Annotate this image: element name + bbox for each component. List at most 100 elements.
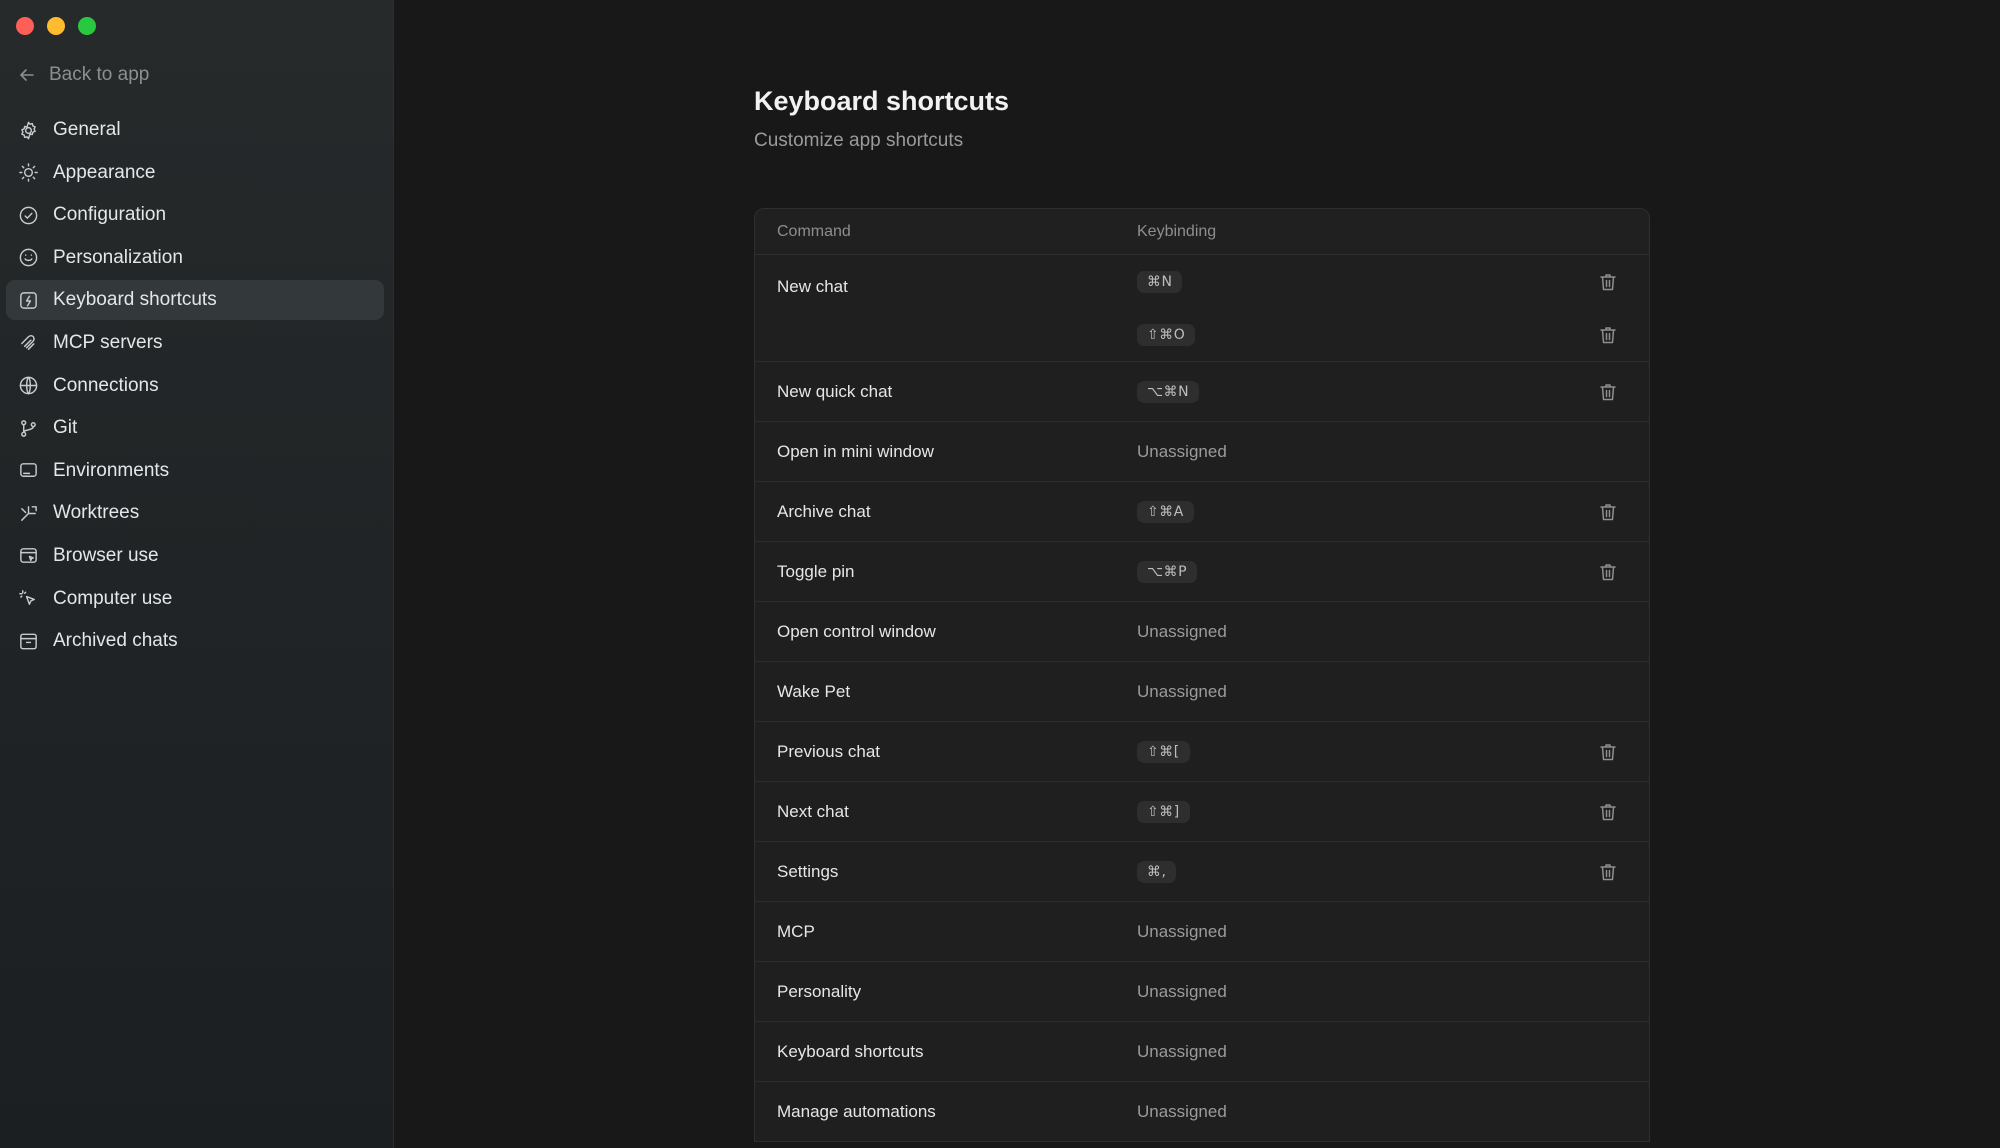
table-row: Manage automations Unassigned (755, 1082, 1649, 1142)
keybinding-cell[interactable]: Unassigned (1137, 902, 1649, 961)
keybinding-cell[interactable]: Unassigned (1137, 1082, 1649, 1141)
close-window-button[interactable] (16, 17, 34, 35)
browser-icon (17, 545, 39, 567)
unassigned-label: Unassigned (1137, 441, 1227, 461)
keybinding-cell[interactable]: Unassigned (1137, 602, 1649, 661)
keybinding-cell[interactable]: ⇧⌘] (1137, 782, 1649, 841)
command-name: Previous chat (777, 741, 880, 761)
sidebar-item-label: Personalization (53, 246, 183, 268)
trash-icon[interactable] (1599, 742, 1619, 762)
window-controls (16, 17, 96, 35)
keybinding-list: ⇧⌘A (1137, 482, 1649, 541)
keybinding-cell[interactable]: Unassigned (1137, 422, 1649, 481)
keybinding-badge[interactable]: ⇧⌘O (1137, 323, 1196, 346)
trash-icon[interactable] (1599, 502, 1619, 522)
keybinding-list: ⌥⌘P (1137, 542, 1649, 601)
table-row: Open in mini window Unassigned (755, 422, 1649, 482)
trash-icon[interactable] (1599, 562, 1619, 582)
command-name: Open control window (777, 621, 936, 641)
trash-icon[interactable] (1599, 325, 1619, 345)
globe-icon (17, 375, 39, 397)
keybinding-badge[interactable]: ⌘, (1137, 860, 1177, 883)
command-name: Toggle pin (777, 561, 855, 581)
keybinding-list: Unassigned (1137, 602, 1649, 661)
trash-icon[interactable] (1599, 802, 1619, 822)
sidebar-item-mcp-servers[interactable]: MCP servers (6, 323, 384, 363)
sidebar-item-appearance[interactable]: Appearance (6, 153, 384, 193)
command-name: Settings (777, 861, 839, 881)
keybinding-cell[interactable]: ⇧⌘A (1137, 482, 1649, 541)
sidebar-item-worktrees[interactable]: Worktrees (6, 493, 384, 533)
keybinding-list: ⌥⌘N (1137, 362, 1649, 421)
command-name: Wake Pet (777, 681, 851, 701)
command-name: New chat (777, 277, 848, 296)
trash-icon[interactable] (1599, 382, 1619, 402)
maximize-window-button[interactable] (78, 17, 96, 35)
back-to-app-link[interactable]: Back to app (17, 64, 149, 86)
keybinding-cell[interactable]: ⌥⌘N (1137, 362, 1649, 421)
keybinding-cell[interactable]: ⌘N (1137, 255, 1649, 308)
keybinding-cell[interactable]: ⇧⌘O (1137, 308, 1649, 361)
sidebar-item-browser-use[interactable]: Browser use (6, 536, 384, 576)
keybinding-cell[interactable]: ⌥⌘P (1137, 542, 1649, 601)
sidebar-item-label: Environments (53, 459, 170, 481)
keybinding-cell[interactable]: ⌘, (1137, 842, 1649, 901)
keybinding-badge[interactable]: ⌘N (1137, 270, 1183, 293)
sidebar-item-label: Keyboard shortcuts (53, 289, 217, 311)
arrow-left-icon (20, 69, 34, 81)
minimize-window-button[interactable] (47, 17, 65, 35)
sidebar-item-git[interactable]: Git (6, 408, 384, 448)
sidebar-item-environments[interactable]: Environments (6, 451, 384, 491)
sidebar-item-label: Computer use (53, 587, 173, 609)
table-row: Open control window Unassigned (755, 602, 1649, 662)
trash-icon[interactable] (1599, 862, 1619, 882)
sidebar-item-label: Appearance (53, 161, 156, 183)
sidebar-item-computer-use[interactable]: Computer use (6, 579, 384, 619)
gear-icon (17, 119, 39, 141)
keybinding-list: ⌘, (1137, 842, 1649, 901)
sidebar-item-general[interactable]: General (6, 110, 384, 150)
sidebar-item-configuration[interactable]: Configuration (6, 195, 384, 235)
page-subtitle: Customize app shortcuts (754, 130, 964, 151)
keybinding-cell[interactable]: Unassigned (1137, 962, 1649, 1021)
keybinding-badge[interactable]: ⌥⌘P (1137, 560, 1198, 583)
keybinding-badge[interactable]: ⇧⌘] (1137, 800, 1190, 823)
keybinding-badge[interactable]: ⌥⌘N (1137, 380, 1200, 403)
monitor-icon (17, 460, 39, 482)
table-row: New quick chat ⌥⌘N (755, 362, 1649, 422)
keybinding-list: Unassigned (1137, 1022, 1649, 1081)
keybinding-list: Unassigned (1137, 422, 1649, 481)
git-branch-icon (17, 417, 39, 439)
keybinding-badge[interactable]: ⇧⌘[ (1137, 740, 1190, 763)
table-row: Archive chat ⇧⌘A (755, 482, 1649, 542)
sidebar-item-personalization[interactable]: Personalization (6, 238, 384, 278)
trash-icon[interactable] (1599, 272, 1619, 292)
command-name: New quick chat (777, 381, 893, 401)
command-name: Manage automations (777, 1101, 936, 1121)
sidebar-item-connections[interactable]: Connections (6, 366, 384, 406)
sidebar-item-keyboard-shortcuts[interactable]: Keyboard shortcuts (6, 280, 384, 321)
table-row: Personality Unassigned (755, 962, 1649, 1022)
keybinding-list: ⇧⌘] (1137, 782, 1649, 841)
unassigned-label: Unassigned (1137, 621, 1227, 641)
table-header: Command Keybinding (755, 209, 1649, 255)
keybinding-cell[interactable]: ⇧⌘[ (1137, 722, 1649, 781)
table-row: Next chat ⇧⌘] (755, 782, 1649, 842)
keybinding-badge[interactable]: ⇧⌘A (1137, 500, 1194, 523)
keybinding-cell[interactable]: Unassigned (1137, 662, 1649, 721)
main-content: Keyboard shortcuts Customize app shortcu… (394, 0, 2000, 1148)
page-title: Keyboard shortcuts (754, 86, 1010, 116)
unassigned-label: Unassigned (1137, 921, 1227, 941)
command-name: Archive chat (777, 501, 871, 521)
sidebar-item-label: Browser use (53, 544, 159, 566)
table-row: Settings ⌘, (755, 842, 1649, 902)
sidebar-item-archived-chats[interactable]: Archived chats (6, 621, 384, 661)
cursor-icon (17, 588, 39, 610)
sidebar-item-label: General (53, 119, 121, 140)
command-column-header: Command (777, 222, 851, 240)
archive-icon (17, 630, 39, 652)
command-name: Next chat (777, 801, 849, 821)
unassigned-label: Unassigned (1137, 981, 1227, 1001)
keybinding-cell[interactable]: Unassigned (1137, 1022, 1649, 1081)
shield-icon (17, 204, 39, 226)
